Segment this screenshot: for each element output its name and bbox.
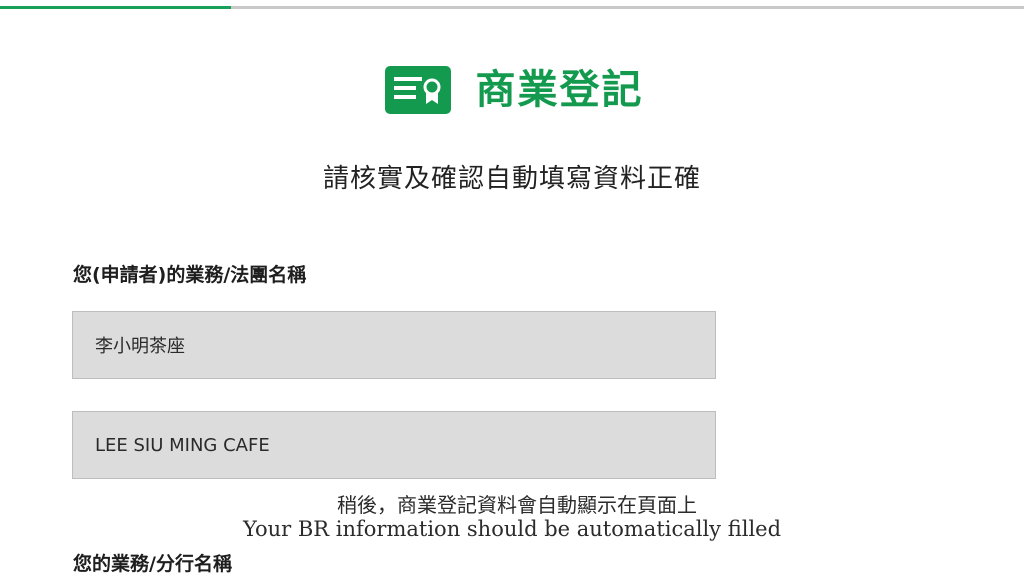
page: 商業登記 請核實及確認自動填寫資料正確 您(申請者)的業務/法團名稱 李小明茶座…: [0, 0, 1024, 575]
brand-header: 商業登記: [0, 66, 1024, 114]
business-name-label: 您(申請者)的業務/法團名稱: [73, 264, 307, 286]
certificate-icon: [384, 66, 451, 114]
business-name-english-field[interactable]: LEE SIU MING CAFE: [72, 411, 716, 479]
page-instruction: 請核實及確認自動填寫資料正確: [322, 164, 701, 194]
branch-name-label: 您的業務/分行名稱: [73, 553, 232, 575]
progress-bar: [0, 6, 1024, 9]
progress-bar-fill: [0, 6, 232, 9]
business-name-chinese-field[interactable]: 李小明茶座: [72, 311, 716, 379]
brand-title: 商業登記: [475, 67, 644, 113]
subtitle-english: Your BR information should be automatica…: [242, 517, 782, 541]
